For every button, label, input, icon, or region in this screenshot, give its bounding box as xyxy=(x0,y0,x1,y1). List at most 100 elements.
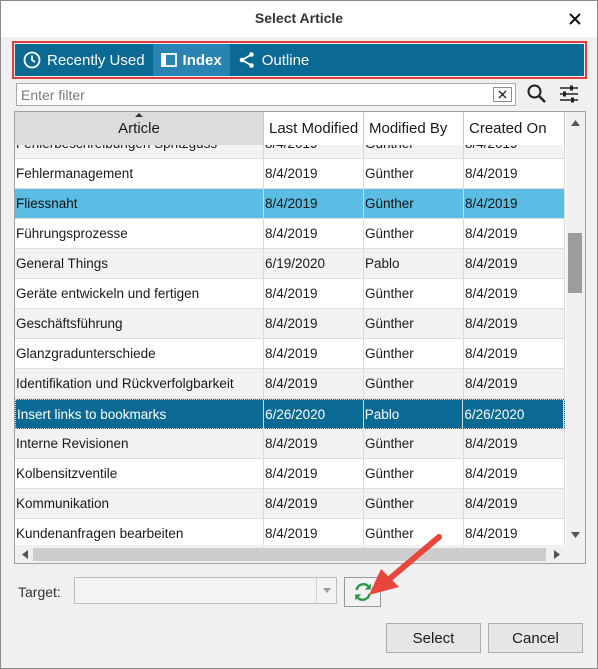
cell-article: Glanzgradunterschiede xyxy=(15,339,264,368)
table-row[interactable]: Kommunikation 8/4/2019 Günther 8/4/2019 xyxy=(15,489,565,519)
cell-created-on: 8/4/2019 xyxy=(464,159,565,188)
table-row[interactable]: Geräte entwickeln und fertigen 8/4/2019 Gü… xyxy=(15,279,565,309)
filter-input[interactable] xyxy=(21,86,489,104)
tab-outline[interactable]: Outline xyxy=(230,44,318,76)
column-header-article[interactable]: Article xyxy=(15,112,264,145)
cell-modified-by: Günther xyxy=(364,189,464,218)
column-header-created-on[interactable]: Created On xyxy=(464,112,565,145)
cell-created-on: 8/4/2019 xyxy=(464,339,565,368)
cell-article: Geschäftsführung xyxy=(15,309,264,338)
horizontal-scroll-thumb[interactable] xyxy=(33,548,546,561)
tab-index[interactable]: Index xyxy=(152,44,230,76)
cell-created-on: 6/26/2020 xyxy=(463,400,565,429)
cell-last-modified: 8/4/2019 xyxy=(264,429,364,458)
cell-modified-by: Günther xyxy=(364,369,464,398)
cell-modified-by: Günther xyxy=(364,279,464,308)
cell-article: Fehlermanagement xyxy=(15,159,264,188)
cell-article: General Things xyxy=(15,249,264,278)
tab-outline-label: Outline xyxy=(261,51,310,69)
tab-recently-used-label: Recently Used xyxy=(47,51,145,69)
scroll-up-button[interactable] xyxy=(566,114,585,131)
cell-modified-by: Günther xyxy=(364,519,464,545)
cell-created-on: 8/4/2019 xyxy=(464,309,565,338)
cell-created-on: 8/4/2019 xyxy=(464,459,565,488)
tab-recently-used[interactable]: Recently Used xyxy=(15,44,153,76)
column-header-label: Last Modified xyxy=(269,120,359,137)
scrollbar-corner xyxy=(566,545,585,563)
cell-created-on: 8/4/2019 xyxy=(464,145,565,158)
column-header-last-modified[interactable]: Last Modified xyxy=(264,112,364,145)
article-table: Article Last Modified Modified By Create… xyxy=(14,111,586,564)
table-row[interactable]: Kundenanfragen bearbeiten 8/4/2019 Günther… xyxy=(15,519,565,545)
cell-modified-by: Günther xyxy=(364,309,464,338)
cell-created-on: 8/4/2019 xyxy=(464,249,565,278)
cell-modified-by: Günther xyxy=(364,459,464,488)
cancel-button-label: Cancel xyxy=(512,629,559,647)
cell-article: Führungsprozesse xyxy=(15,219,264,248)
cell-modified-by: Günther xyxy=(364,339,464,368)
scroll-right-button[interactable] xyxy=(548,545,565,563)
table-rows: Fehlerbeschreibungen Spritzguss8/4/2019G… xyxy=(15,145,565,545)
cell-article: Kolbensitzventile xyxy=(15,459,264,488)
cell-created-on: 8/4/2019 xyxy=(464,219,565,248)
tab-index-label: Index xyxy=(182,51,222,69)
cell-last-modified: 6/26/2020 xyxy=(264,400,364,429)
table-row[interactable]: Fehlerbeschreibungen Spritzguss8/4/2019G… xyxy=(15,145,565,159)
cell-modified-by: Günther xyxy=(364,159,464,188)
cancel-button[interactable]: Cancel xyxy=(488,623,583,653)
filter-field xyxy=(16,83,516,106)
vertical-scroll-thumb[interactable] xyxy=(568,233,582,293)
dropdown-toggle[interactable] xyxy=(316,578,336,603)
column-header-modified-by[interactable]: Modified By xyxy=(364,112,464,145)
share-icon xyxy=(238,51,256,69)
select-article-dialog: Select Article Recently Used Index Outli… xyxy=(0,0,598,669)
close-button[interactable] xyxy=(563,7,587,31)
cell-last-modified: 8/4/2019 xyxy=(264,279,364,308)
column-header-label: Modified By xyxy=(369,120,448,137)
cell-modified-by: Günther xyxy=(364,429,464,458)
cell-article: Kundenanfragen bearbeiten xyxy=(15,519,264,545)
table-row[interactable]: Interne Revisionen 8/4/2019 Günther 8/4/201… xyxy=(15,429,565,459)
cell-last-modified: 8/4/2019 xyxy=(264,459,364,488)
sort-ascending-icon xyxy=(135,113,143,117)
cell-last-modified: 8/4/2019 xyxy=(264,519,364,545)
table-row[interactable]: Führungsprozesse 8/4/2019 Günther 8/4/2019 xyxy=(15,219,565,249)
cell-last-modified: 8/4/2019 xyxy=(264,145,364,158)
horizontal-scrollbar[interactable] xyxy=(15,545,566,563)
table-row[interactable]: Glanzgradunterschiede 8/4/2019 Günther 8/4/… xyxy=(15,339,565,369)
clock-icon xyxy=(23,51,41,69)
table-row[interactable]: Fehlermanagement 8/4/2019 Günther 8/4/2019 xyxy=(15,159,565,189)
cell-last-modified: 8/4/2019 xyxy=(264,159,364,188)
cell-article: Geräte entwickeln und fertigen xyxy=(15,279,264,308)
arrow-up-icon xyxy=(571,119,580,126)
cell-article: Insert links to bookmarks xyxy=(16,400,265,429)
cell-article: Identifikation und Rückverfolgbarkeit xyxy=(15,369,264,398)
table-row[interactable]: General Things 6/19/2020 Pablo 8/4/2019 xyxy=(15,249,565,279)
table-row[interactable]: Insert links to bookmarks 6/26/2020 Pablo 6… xyxy=(15,399,565,429)
chevron-down-icon xyxy=(322,588,331,593)
table-row[interactable]: Fliessnaht 8/4/2019 Günther 8/4/2019 xyxy=(15,189,565,219)
cell-last-modified: 6/19/2020 xyxy=(264,249,364,278)
cell-article: Interne Revisionen xyxy=(15,429,264,458)
scroll-left-button[interactable] xyxy=(16,545,33,563)
target-dropdown[interactable] xyxy=(74,577,337,604)
title-bar: Select Article xyxy=(1,1,597,37)
filter-settings-button[interactable] xyxy=(558,83,580,105)
cell-last-modified: 8/4/2019 xyxy=(264,339,364,368)
scroll-down-button[interactable] xyxy=(566,526,585,543)
search-button[interactable] xyxy=(526,83,548,105)
arrow-left-icon xyxy=(21,550,28,559)
table-row[interactable]: Kolbensitzventile 8/4/2019 Günther 8/4/2019 xyxy=(15,459,565,489)
table-row[interactable]: Geschäftsführung 8/4/2019 Günther 8/4/2019 xyxy=(15,309,565,339)
cell-modified-by: Pablo xyxy=(364,249,464,278)
table-row[interactable]: Identifikation und Rückverfolgbarkeit 8/4… xyxy=(15,369,565,399)
refresh-button[interactable] xyxy=(344,577,381,607)
cell-last-modified: 8/4/2019 xyxy=(264,309,364,338)
cell-modified-by: Pablo xyxy=(364,400,464,429)
select-button[interactable]: Select xyxy=(386,623,481,653)
vertical-scrollbar[interactable] xyxy=(566,112,585,545)
cell-created-on: 8/4/2019 xyxy=(464,519,565,545)
arrow-down-icon xyxy=(571,531,580,538)
cell-article: Fehlerbeschreibungen Spritzguss xyxy=(15,145,264,158)
clear-filter-button[interactable] xyxy=(493,87,512,102)
